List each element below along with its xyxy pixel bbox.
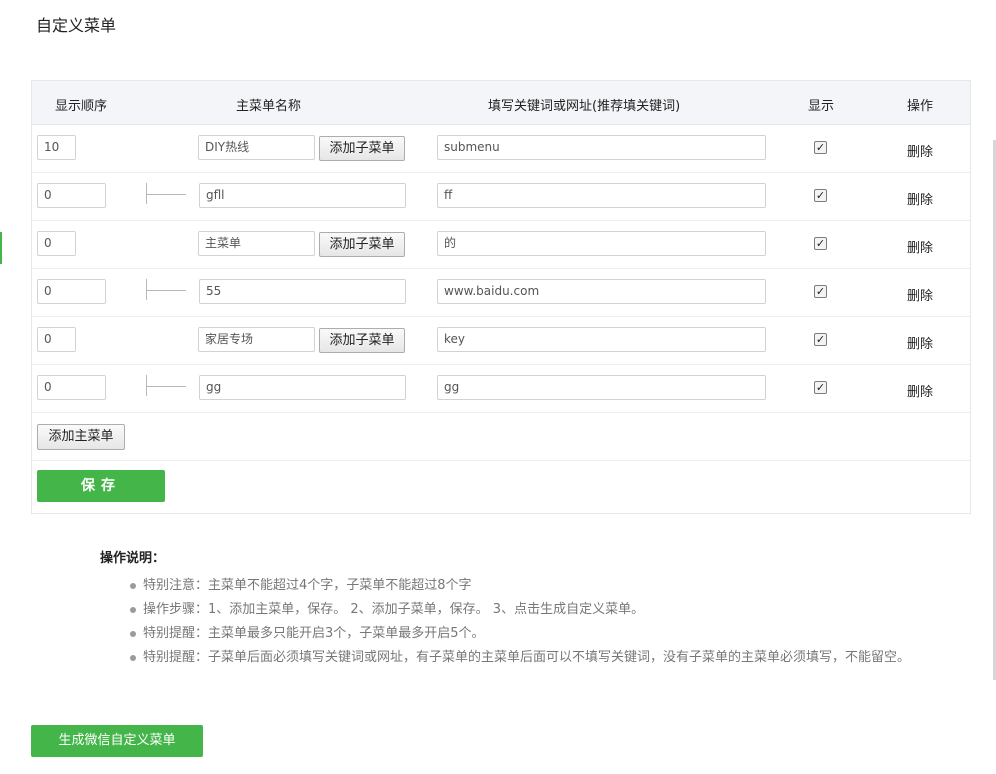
order-input[interactable]: 0: [37, 279, 106, 304]
keyword-input[interactable]: submenu: [437, 135, 766, 160]
delete-link[interactable]: 删除: [907, 381, 933, 400]
table-row: 0 55 www.baidu.com ✓ 删除: [32, 269, 970, 317]
keyword-input[interactable]: 的: [437, 231, 766, 256]
add-submenu-button[interactable]: 添加子菜单: [319, 136, 405, 161]
instruction-item: 特别注意：主菜单不能超过4个字，子菜单不能超过8个字: [130, 574, 920, 598]
delete-link[interactable]: 删除: [907, 141, 933, 160]
table-row: 10 DIY热线 添加子菜单 submenu ✓ 删除: [32, 125, 970, 173]
table-header: 显示顺序 主菜单名称 填写关键词或网址(推荐填关键词) 显示 操作: [32, 81, 970, 125]
show-checkbox[interactable]: ✓: [814, 141, 827, 154]
instruction-item: 操作步骤：1、添加主菜单，保存。 2、添加子菜单，保存。 3、点击生成自定义菜单…: [130, 598, 920, 622]
submenu-tree-connector: [146, 375, 186, 397]
instruction-item: 特别提醒：主菜单最多只能开启3个，子菜单最多开启5个。: [130, 622, 920, 646]
table-row: 0 gfll ff ✓ 删除: [32, 173, 970, 221]
save-button[interactable]: 保存: [37, 470, 165, 502]
generate-wechat-menu-button[interactable]: 生成微信自定义菜单: [31, 725, 203, 757]
table-row: 0 主菜单 添加子菜单 的 ✓ 删除: [32, 221, 970, 269]
menu-name-input[interactable]: DIY热线: [198, 135, 315, 160]
show-checkbox[interactable]: ✓: [814, 237, 827, 250]
instruction-item: 特别提醒：子菜单后面必须填写关键词或网址，有子菜单的主菜单后面可以不填写关键词，…: [130, 646, 920, 670]
submenu-tree-connector: [146, 279, 186, 301]
page-title: 自定义菜单: [36, 16, 117, 35]
add-submenu-button[interactable]: 添加子菜单: [319, 328, 405, 353]
table-row: 0 家居专场 添加子菜单 key ✓ 删除: [32, 317, 970, 365]
order-input[interactable]: 0: [37, 183, 106, 208]
instructions-list: 特别注意：主菜单不能超过4个字，子菜单不能超过8个字 操作步骤：1、添加主菜单，…: [100, 574, 920, 670]
menu-table: 显示顺序 主菜单名称 填写关键词或网址(推荐填关键词) 显示 操作 10 DIY…: [31, 80, 971, 514]
active-nav-marker: [0, 232, 2, 264]
add-submenu-button[interactable]: 添加子菜单: [319, 232, 405, 257]
show-checkbox[interactable]: ✓: [814, 381, 827, 394]
add-main-menu-button[interactable]: 添加主菜单: [37, 424, 125, 450]
keyword-input[interactable]: key: [437, 327, 766, 352]
show-checkbox[interactable]: ✓: [814, 189, 827, 202]
delete-link[interactable]: 删除: [907, 237, 933, 256]
instructions: 操作说明： 特别注意：主菜单不能超过4个字，子菜单不能超过8个字 操作步骤：1、…: [100, 547, 920, 670]
header-keyword: 填写关键词或网址(推荐填关键词): [488, 99, 681, 114]
submenu-name-input[interactable]: 55: [199, 279, 406, 304]
header-name: 主菜单名称: [236, 99, 302, 114]
table-row: 0 gg gg ✓ 删除: [32, 365, 970, 413]
delete-link[interactable]: 删除: [907, 189, 933, 208]
menu-name-input[interactable]: 主菜单: [198, 231, 315, 256]
header-show: 显示: [808, 99, 835, 114]
submenu-name-input[interactable]: gfll: [199, 183, 406, 208]
instructions-title: 操作说明：: [100, 551, 166, 566]
menu-name-input[interactable]: 家居专场: [198, 327, 315, 352]
show-checkbox[interactable]: ✓: [814, 285, 827, 298]
keyword-input[interactable]: gg: [437, 375, 766, 400]
submenu-tree-connector: [146, 183, 186, 205]
header-order: 显示顺序: [55, 99, 108, 114]
submenu-name-input[interactable]: gg: [199, 375, 406, 400]
show-checkbox[interactable]: ✓: [814, 333, 827, 346]
keyword-input[interactable]: www.baidu.com: [437, 279, 766, 304]
delete-link[interactable]: 删除: [907, 285, 933, 304]
delete-link[interactable]: 删除: [907, 333, 933, 352]
keyword-input[interactable]: ff: [437, 183, 766, 208]
order-input[interactable]: 0: [37, 327, 76, 352]
order-input[interactable]: 0: [37, 231, 76, 256]
order-input[interactable]: 0: [37, 375, 106, 400]
add-main-row: 添加主菜单: [32, 413, 970, 461]
order-input[interactable]: 10: [37, 135, 76, 160]
header-action: 操作: [907, 99, 934, 114]
